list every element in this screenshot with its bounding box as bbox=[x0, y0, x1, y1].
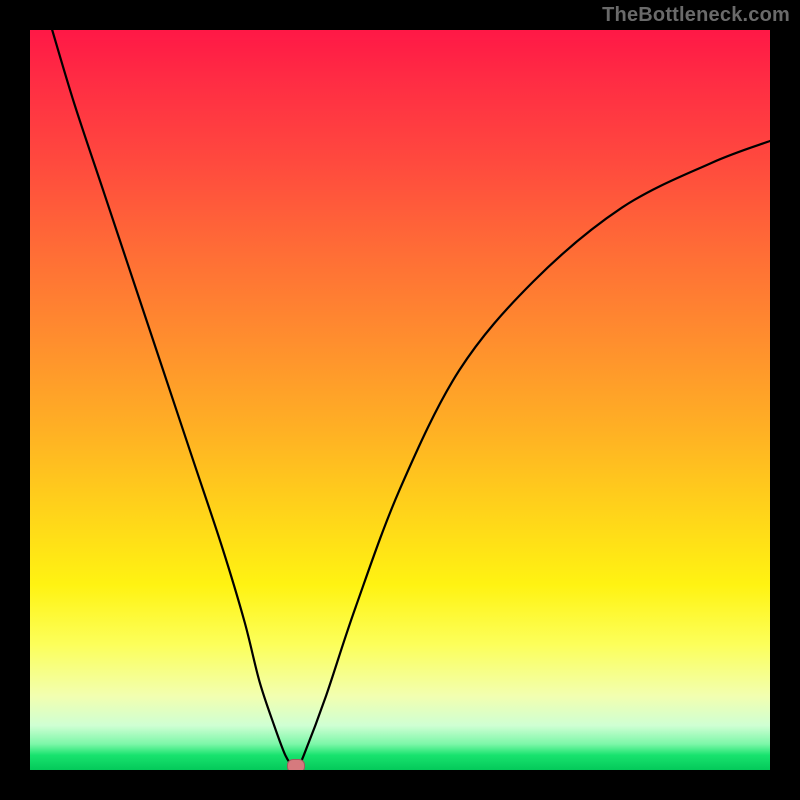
bottleneck-curve bbox=[30, 30, 770, 770]
watermark-text: TheBottleneck.com bbox=[602, 4, 790, 27]
plot-area bbox=[30, 30, 770, 770]
chart-frame: TheBottleneck.com bbox=[0, 0, 800, 800]
minimum-marker-icon bbox=[287, 759, 305, 770]
